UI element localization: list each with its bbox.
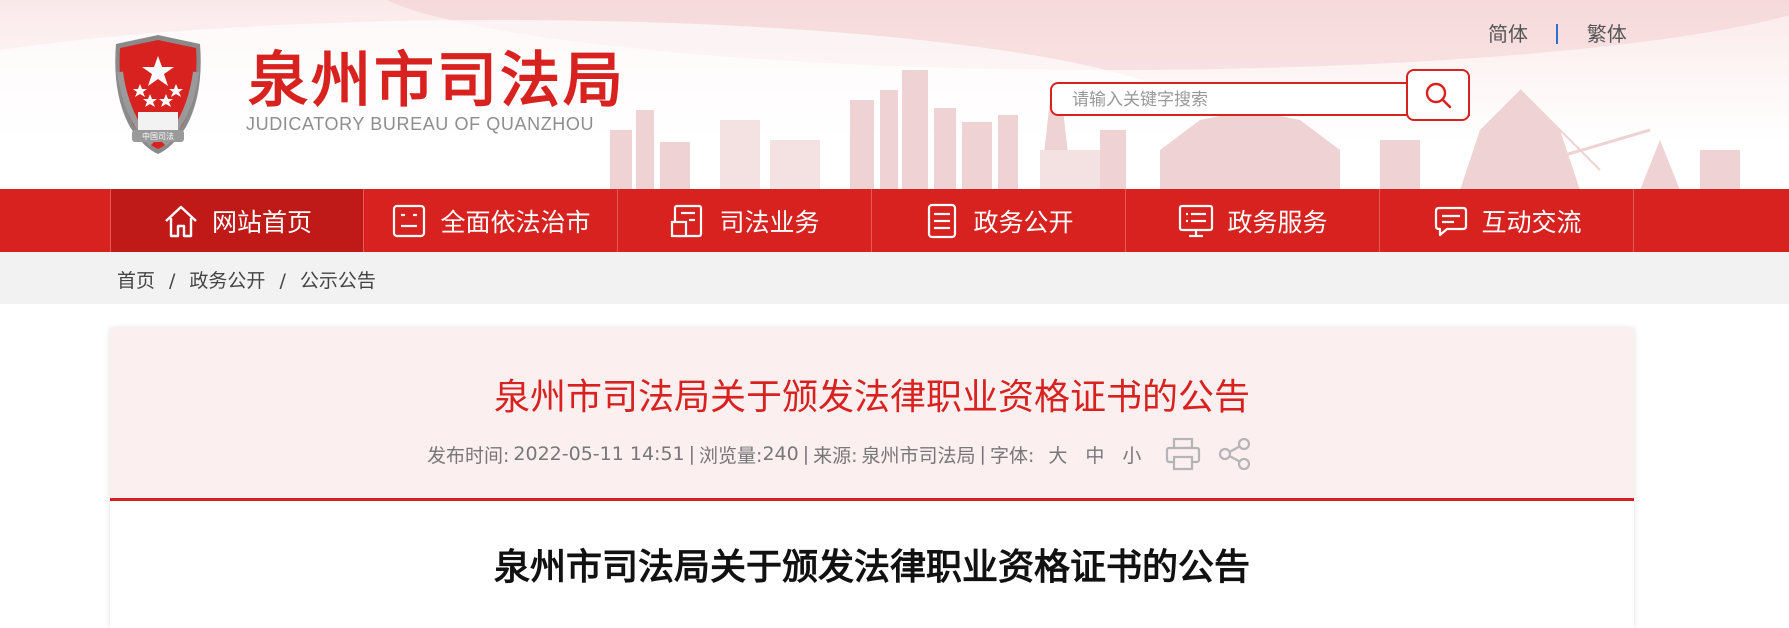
main-nav: 网站首页 全面依法治市 司法业务 政务公开 政务服务 互动交流	[0, 189, 1789, 252]
nav-item-label: 全面依法治市	[440, 207, 591, 237]
article-header-title: 泉州市司法局关于颁发法律职业资格证书的公告	[493, 377, 1250, 418]
breadcrumb-home-link[interactable]: 首页	[117, 270, 155, 292]
law-icon	[393, 204, 426, 237]
breadcrumb-announcements-link[interactable]: 公示公告	[300, 270, 376, 292]
nav-item-label: 政务服务	[1227, 207, 1328, 237]
nav-item-interaction[interactable]: 互动交流	[1380, 189, 1634, 252]
nav-item-government-affairs[interactable]: 政务公开	[872, 189, 1126, 252]
site-header: 中国司法 泉州市司法局 JUDICATORY BUREAU OF QUANZHO…	[0, 0, 1789, 189]
home-icon	[165, 205, 197, 237]
font-size-medium-button[interactable]: 中	[1085, 441, 1104, 468]
search-input[interactable]	[1070, 85, 1454, 115]
share-icon	[1219, 437, 1251, 471]
nav-item-rule-of-law[interactable]: 全面依法治市	[364, 189, 618, 252]
meta-divider: |	[979, 443, 986, 465]
language-switcher: 简体 繁体	[1488, 18, 1627, 47]
nav-item-label: 司法业务	[719, 207, 820, 237]
meta-divider: |	[688, 443, 696, 465]
font-size-small-button[interactable]: 小	[1122, 441, 1141, 468]
nav-item-label: 政务公开	[973, 207, 1074, 237]
source-label: 来源:	[813, 444, 858, 467]
breadcrumb-separator: /	[279, 270, 286, 292]
publish-time: 2022-05-11 14:51	[513, 443, 685, 465]
font-size-label: 字体:	[989, 444, 1035, 467]
publish-time-label: 发布时间:	[427, 444, 510, 467]
search-button[interactable]	[1406, 69, 1470, 121]
service-icon	[1179, 204, 1214, 237]
site-title: 泉州市司法局	[248, 46, 626, 116]
nav-item-label: 网站首页	[211, 207, 312, 237]
document-icon	[928, 203, 957, 238]
nav-item-government-services[interactable]: 政务服务	[1126, 189, 1380, 252]
share-button[interactable]	[1216, 436, 1254, 472]
chat-icon	[1435, 206, 1468, 236]
city-skyline-illustration	[610, 70, 1740, 189]
article-header: 泉州市司法局关于颁发法律职业资格证书的公告 发布时间: 2022-05-11 1…	[110, 328, 1634, 501]
nav-item-judicial-business[interactable]: 司法业务	[618, 189, 872, 252]
article-meta: 发布时间: 2022-05-11 14:51 | 浏览量: 240 | 来源: …	[427, 436, 1254, 472]
emblem-caption: 中国司法	[142, 131, 174, 141]
breadcrumb: 首页 / 政务公开 / 公示公告	[117, 266, 376, 293]
print-icon	[1166, 437, 1201, 471]
meta-divider: |	[802, 443, 810, 465]
nav-item-home[interactable]: 网站首页	[110, 189, 364, 252]
judicial-emblem-logo: 中国司法	[115, 35, 201, 154]
article-card: 泉州市司法局关于颁发法律职业资格证书的公告 发布时间: 2022-05-11 1…	[110, 328, 1634, 628]
print-button[interactable]	[1164, 436, 1202, 472]
nav-item-label: 互动交流	[1481, 207, 1582, 237]
source-value: 泉州市司法局	[861, 444, 976, 467]
search-icon	[1425, 82, 1452, 109]
views-label: 浏览量:	[699, 444, 763, 467]
lang-simplified-link[interactable]: 简体	[1488, 22, 1528, 46]
font-size-large-button[interactable]: 大	[1048, 441, 1067, 468]
breadcrumb-government-affairs-link[interactable]: 政务公开	[189, 270, 265, 292]
article-body-title: 泉州市司法局关于颁发法律职业资格证书的公告	[493, 547, 1250, 588]
views-count: 240	[762, 443, 799, 465]
breadcrumb-separator: /	[169, 270, 176, 292]
site-subtitle: JUDICATORY BUREAU OF QUANZHOU	[246, 114, 595, 134]
breadcrumb-bar: 首页 / 政务公开 / 公示公告	[0, 252, 1789, 304]
lang-divider	[1556, 24, 1559, 44]
lang-traditional-link[interactable]: 繁体	[1587, 22, 1627, 46]
business-icon	[671, 204, 703, 237]
